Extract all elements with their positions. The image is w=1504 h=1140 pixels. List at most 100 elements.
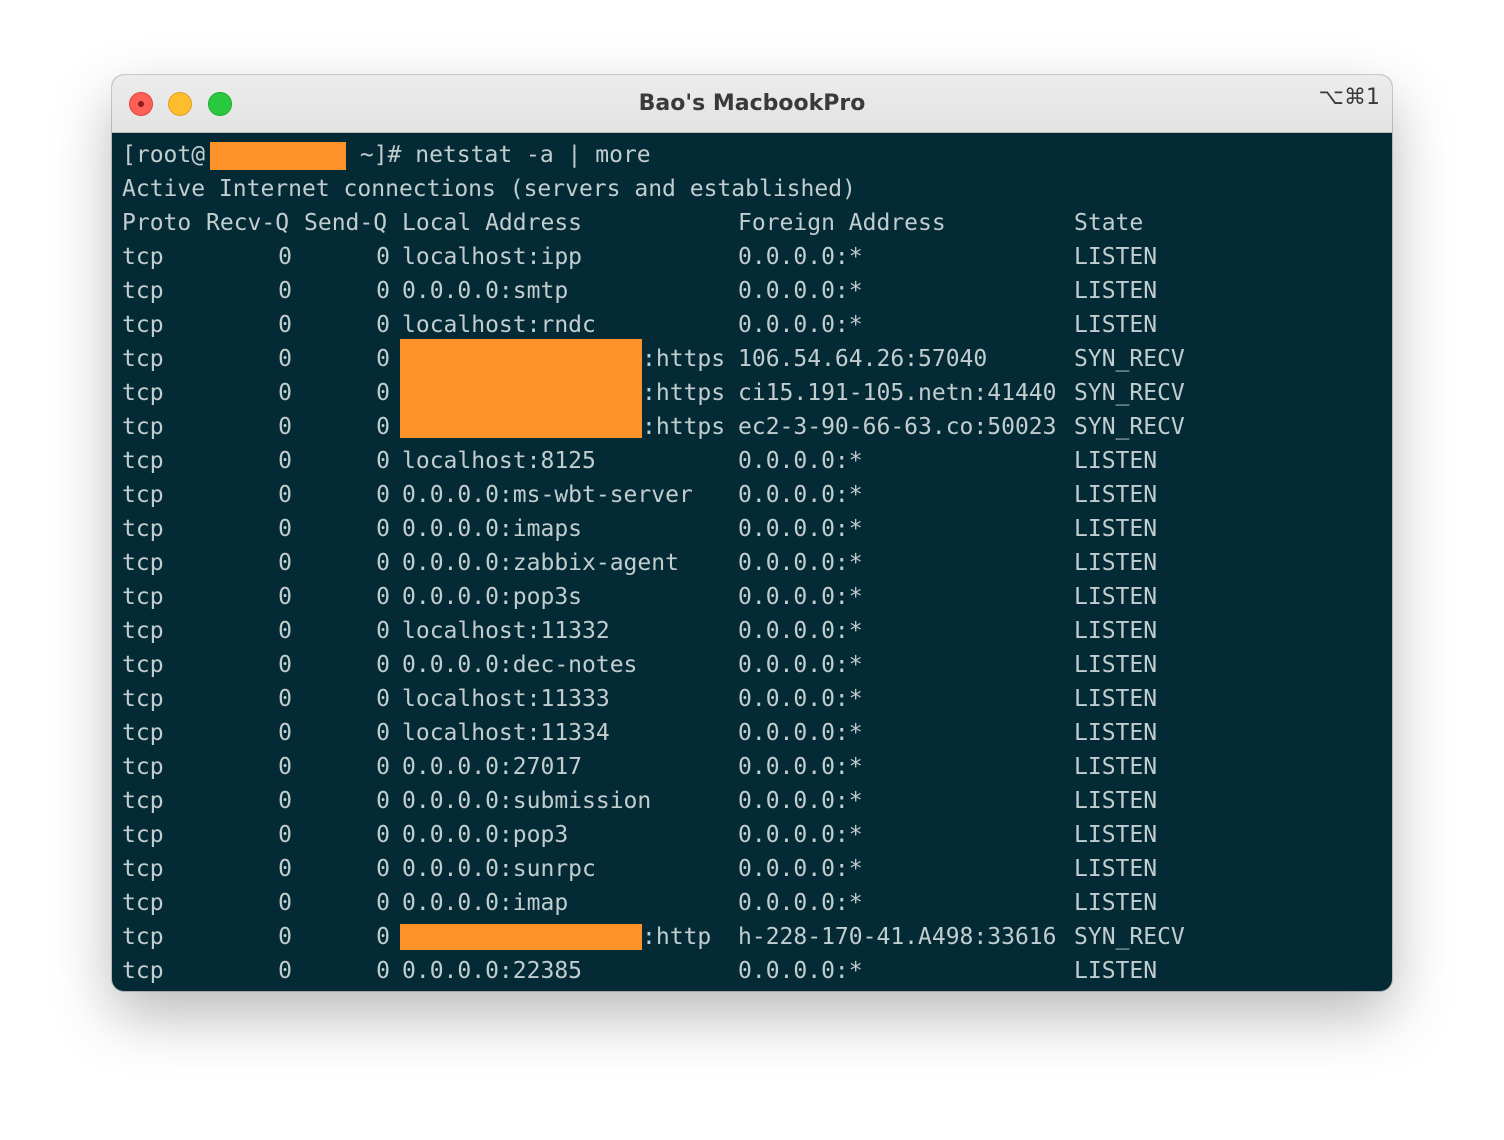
- redacted-address: [400, 410, 642, 438]
- row-recvq: 0: [278, 720, 292, 746]
- terminal-output[interactable]: [root@ ~]# netstat -a | more Active Inte…: [122, 138, 1382, 988]
- table-row: tcp 0 0 0.0.0.0:sunrpc 0.0.0.0:* LISTEN: [122, 852, 1382, 886]
- row-state: LISTEN: [1074, 720, 1158, 746]
- header-recvq: Recv-Q: [206, 210, 290, 236]
- row-local-address: 0.0.0.0:ms-wbt-server: [402, 482, 693, 508]
- table-row: tcp 0 0 0.0.0.0:pop3 0.0.0.0:* LISTEN: [122, 818, 1382, 852]
- row-proto: tcp: [122, 822, 164, 848]
- row-recvq: 0: [278, 482, 292, 508]
- row-proto: tcp: [122, 890, 164, 916]
- prompt-prefix: [root@: [122, 142, 206, 168]
- row-local-address: 0.0.0.0:pop3s: [402, 584, 583, 610]
- table-row: tcp 0 0 0.0.0.0:27017 0.0.0.0:* LISTEN: [122, 750, 1382, 784]
- row-recvq: 0: [278, 244, 292, 270]
- redacted-address: [400, 339, 642, 376]
- terminal-window[interactable]: Bao's MacbookPro ⌥⌘1 [root@ ~]# netstat …: [112, 75, 1392, 991]
- row-local-address: localhost:11334: [402, 720, 610, 746]
- row-sendq: 0: [376, 856, 390, 882]
- row-state: LISTEN: [1074, 788, 1158, 814]
- row-recvq: 0: [278, 652, 292, 678]
- row-local-address: 0.0.0.0:22385: [402, 958, 583, 984]
- row-foreign-address: 0.0.0.0:*: [738, 788, 863, 814]
- row-foreign-address: 0.0.0.0:*: [738, 958, 863, 984]
- row-state: LISTEN: [1074, 618, 1158, 644]
- row-local-address: localhost:11332: [402, 618, 610, 644]
- row-proto: tcp: [122, 686, 164, 712]
- row-recvq: 0: [278, 448, 292, 474]
- row-sendq: 0: [376, 618, 390, 644]
- row-foreign-address: 0.0.0.0:*: [738, 720, 863, 746]
- row-foreign-address: 0.0.0.0:*: [738, 890, 863, 916]
- row-sendq: 0: [376, 414, 390, 440]
- row-proto: tcp: [122, 414, 164, 440]
- table-row: tcp 0 0:https ci15.191-105.netn:41440 SYN_RE…: [122, 376, 1382, 410]
- row-proto: tcp: [122, 856, 164, 882]
- row-proto: tcp: [122, 754, 164, 780]
- row-foreign-address: ec2-3-90-66-63.co:50023: [738, 414, 1057, 440]
- table-row: tcp 0 0:http h-228-170-41.A498:33616 SYN_REC…: [122, 920, 1382, 954]
- row-local-port: :http: [642, 924, 712, 950]
- row-local-address: 0.0.0.0:smtp: [402, 278, 569, 304]
- row-sendq: 0: [376, 754, 390, 780]
- row-proto: tcp: [122, 924, 164, 950]
- table-row: tcp 0 0:https 106.54.64.26:57040 SYN_RECV: [122, 339, 1382, 376]
- row-foreign-address: 0.0.0.0:*: [738, 686, 863, 712]
- header-sendq: Send-Q: [304, 210, 388, 236]
- row-sendq: 0: [376, 482, 390, 508]
- row-foreign-address: 0.0.0.0:*: [738, 448, 863, 474]
- row-foreign-address: 0.0.0.0:*: [738, 244, 863, 270]
- row-local-port: :https: [642, 346, 726, 372]
- title-bar[interactable]: Bao's MacbookPro ⌥⌘1: [112, 75, 1392, 133]
- row-recvq: 0: [278, 856, 292, 882]
- row-recvq: 0: [278, 380, 292, 406]
- row-proto: tcp: [122, 958, 164, 984]
- row-proto: tcp: [122, 346, 164, 372]
- row-proto: tcp: [122, 482, 164, 508]
- row-sendq: 0: [376, 924, 390, 950]
- row-sendq: 0: [376, 550, 390, 576]
- header-foreign-address: Foreign Address: [738, 210, 946, 236]
- row-foreign-address: 0.0.0.0:*: [738, 618, 863, 644]
- row-sendq: 0: [376, 244, 390, 270]
- row-state: LISTEN: [1074, 516, 1158, 542]
- row-recvq: 0: [278, 958, 292, 984]
- row-sendq: 0: [376, 448, 390, 474]
- window-shortcut-label: ⌥⌘1: [1318, 85, 1380, 110]
- table-row: tcp 0 0:https ec2-3-90-66-63.co:50023 SYN_RE…: [122, 410, 1382, 444]
- row-local-address: 0.0.0.0:dec-notes: [402, 652, 638, 678]
- row-local-address: 0.0.0.0:submission: [402, 788, 652, 814]
- table-row: tcp 0 0 0.0.0.0:smtp 0.0.0.0:* LISTEN: [122, 274, 1382, 308]
- row-state: LISTEN: [1074, 550, 1158, 576]
- row-state: SYN_RECV: [1074, 380, 1185, 406]
- redacted-address: [400, 924, 642, 950]
- row-recvq: 0: [278, 754, 292, 780]
- row-local-address: 0.0.0.0:imap: [402, 890, 569, 916]
- row-foreign-address: 0.0.0.0:*: [738, 856, 863, 882]
- row-recvq: 0: [278, 924, 292, 950]
- table-row: tcp 0 0 localhost:8125 0.0.0.0:* LISTEN: [122, 444, 1382, 478]
- table-row: tcp 0 0 0.0.0.0:22385 0.0.0.0:* LISTEN: [122, 954, 1382, 988]
- row-state: LISTEN: [1074, 312, 1158, 338]
- row-proto: tcp: [122, 550, 164, 576]
- row-recvq: 0: [278, 516, 292, 542]
- row-sendq: 0: [376, 516, 390, 542]
- row-proto: tcp: [122, 516, 164, 542]
- row-local-address: localhost:rndc: [402, 312, 596, 338]
- row-sendq: 0: [376, 720, 390, 746]
- row-proto: tcp: [122, 788, 164, 814]
- info-text: Active Internet connections (servers and…: [122, 176, 856, 202]
- row-foreign-address: 0.0.0.0:*: [738, 822, 863, 848]
- row-sendq: 0: [376, 890, 390, 916]
- row-local-port: :https: [642, 414, 726, 440]
- command-line: [root@ ~]# netstat -a | more: [122, 138, 1382, 172]
- header-proto: Proto: [122, 210, 192, 236]
- row-local-address: 0.0.0.0:pop3: [402, 822, 569, 848]
- row-state: LISTEN: [1074, 686, 1158, 712]
- header-local-address: Local Address: [402, 210, 583, 236]
- row-sendq: 0: [376, 686, 390, 712]
- row-state: LISTEN: [1074, 958, 1158, 984]
- row-foreign-address: 0.0.0.0:*: [738, 652, 863, 678]
- row-recvq: 0: [278, 414, 292, 440]
- row-proto: tcp: [122, 448, 164, 474]
- prompt-command: ~]# netstat -a | more: [346, 142, 651, 168]
